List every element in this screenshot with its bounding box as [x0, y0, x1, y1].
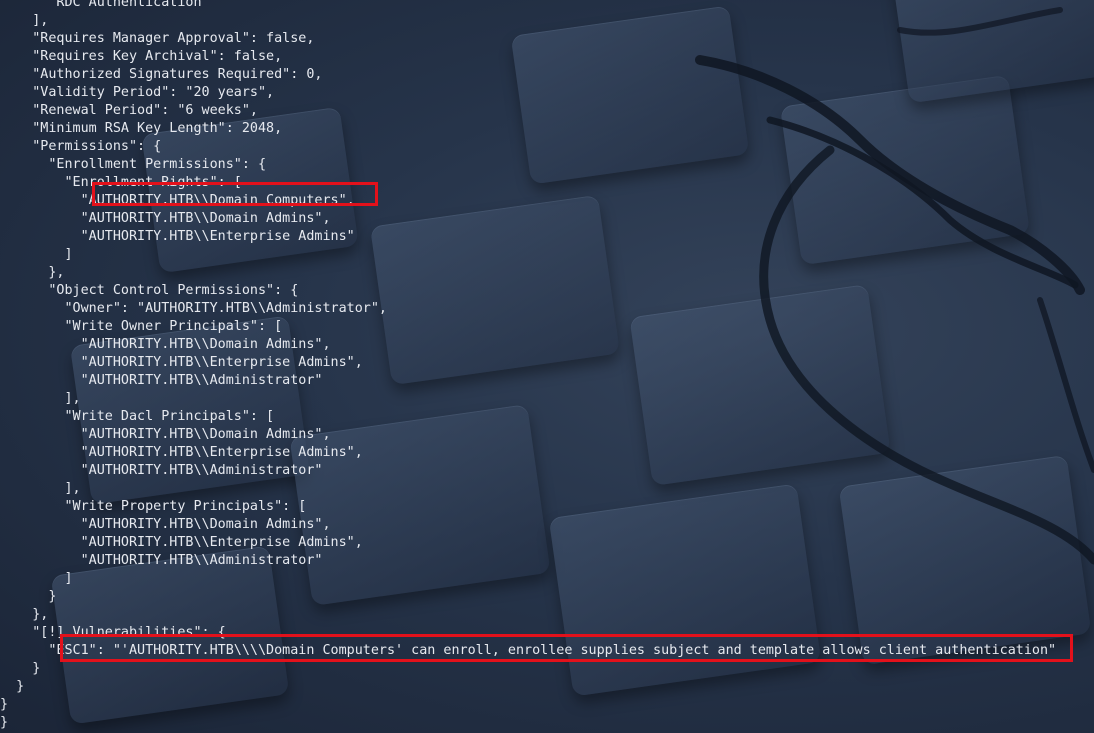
terminal-line: "AUTHORITY.HTB\\Enterprise Admins", [0, 355, 363, 370]
terminal-line: } [0, 697, 9, 712]
terminal-line: "AUTHORITY.HTB\\Administrator" [0, 373, 323, 388]
terminal-line: "AUTHORITY.HTB\\Domain Admins", [0, 427, 331, 442]
terminal-line: }, [0, 607, 49, 622]
terminal-line: } [0, 715, 9, 730]
terminal-line: }, [0, 265, 65, 280]
terminal-window[interactable]: "RDC Authentication" ], "Requires Manage… [0, 0, 1094, 733]
terminal-line: "Minimum RSA Key Length": 2048, [0, 121, 283, 136]
terminal-line: "Requires Manager Approval": false, [0, 31, 315, 46]
terminal-line: ], [0, 13, 49, 28]
terminal-line: "AUTHORITY.HTB\\Administrator" [0, 463, 323, 478]
terminal-line: ] [0, 247, 73, 262]
terminal-line: "AUTHORITY.HTB\\Domain Admins", [0, 337, 331, 352]
terminal-line: } [0, 589, 57, 604]
terminal-line: "Owner": "AUTHORITY.HTB\\Administrator", [0, 301, 387, 316]
terminal-line: "AUTHORITY.HTB\\Enterprise Admins", [0, 535, 363, 550]
terminal-line: "Validity Period": "20 years", [0, 85, 275, 100]
terminal-line: "Authorized Signatures Required": 0, [0, 67, 323, 82]
terminal-line: "AUTHORITY.HTB\\Enterprise Admins" [0, 229, 355, 244]
terminal-line: "Object Control Permissions": { [0, 283, 299, 298]
terminal-line: "Requires Key Archival": false, [0, 49, 283, 64]
terminal-line: "Write Owner Principals": [ [0, 319, 283, 334]
terminal-line: "Permissions": { [0, 139, 162, 154]
terminal-line: "Write Dacl Principals": [ [0, 409, 275, 424]
terminal-line: ] [0, 571, 73, 586]
terminal-line: ], [0, 391, 81, 406]
terminal-line: ], [0, 481, 81, 496]
terminal-line: "AUTHORITY.HTB\\Domain Admins", [0, 517, 331, 532]
terminal-line: "RDC Authentication" [0, 0, 210, 10]
terminal-line: "Renewal Period": "6 weeks", [0, 103, 258, 118]
terminal-line: "AUTHORITY.HTB\\Domain Admins", [0, 211, 331, 226]
terminal-line: "Enrollment Permissions": { [0, 157, 267, 172]
terminal-output: "RDC Authentication" ], "Requires Manage… [0, 0, 1056, 732]
terminal-line: "AUTHORITY.HTB\\Administrator" [0, 553, 323, 568]
terminal-line: "Write Property Principals": [ [0, 499, 307, 514]
highlight-domain-computers-enrollment [92, 182, 378, 206]
terminal-line: } [0, 679, 25, 694]
highlight-esc1-vulnerability [60, 634, 1073, 662]
terminal-line: "AUTHORITY.HTB\\Enterprise Admins", [0, 445, 363, 460]
terminal-line: } [0, 661, 41, 676]
